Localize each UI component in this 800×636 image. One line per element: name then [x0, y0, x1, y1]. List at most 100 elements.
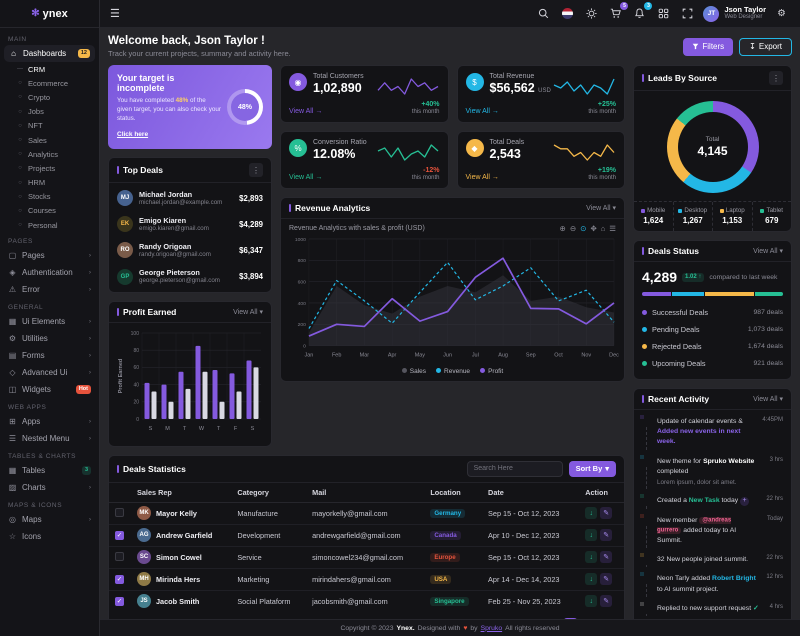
deals-status-compare: compared to last week [709, 274, 777, 281]
kpi-view-all-link[interactable]: View All → [289, 108, 322, 115]
download-action-button[interactable]: ↓ [585, 573, 597, 585]
menu-icon[interactable]: ☰ [609, 224, 616, 233]
kebab-menu-icon[interactable]: ⋮ [769, 71, 783, 85]
footer-designer-link[interactable]: Spruko [481, 625, 503, 632]
sidebar-subitem-sales[interactable]: ○Sales [0, 133, 99, 147]
edit-action-button[interactable]: ✎ [600, 551, 612, 563]
sidebar-subitem-personal[interactable]: ○Personal [0, 218, 99, 232]
kpi-text: Total Revenue$56,562 USD [490, 73, 551, 95]
svg-text:Jun: Jun [443, 353, 452, 359]
svg-text:100: 100 [131, 330, 140, 336]
sort-by-button[interactable]: Sort By ▾ [569, 461, 616, 477]
deals-status-view-all[interactable]: View All ▾ [753, 247, 783, 255]
sidebar-item-forms[interactable]: ▤Forms› [0, 347, 99, 364]
icon-badge: 5 [620, 2, 628, 10]
sidebar-item-ui-elements[interactable]: ▦Ui Elements› [0, 313, 99, 330]
cart-icon[interactable]: 5 [607, 5, 624, 22]
pages-icon: ▢ [8, 251, 17, 260]
svg-text:Apr: Apr [388, 353, 397, 359]
download-action-button[interactable]: ↓ [585, 551, 597, 563]
sales-rep-name: Simon Cowel [156, 553, 202, 562]
kpi-label: Total Revenue [490, 73, 551, 80]
settings-gear-icon[interactable]: ⚙ [773, 5, 790, 22]
zoom-out-icon[interactable]: ⊖ [570, 224, 576, 233]
kpi-view-all-link[interactable]: View All → [289, 174, 322, 181]
home-icon: ⌂ [9, 49, 18, 58]
row-checkbox[interactable]: ✓ [115, 531, 124, 540]
sidebar-subitem-analytics[interactable]: ○Analytics [0, 147, 99, 161]
menu-toggle-icon[interactable]: ☰ [110, 7, 120, 20]
user-chip[interactable]: JT Json Taylor Web Designer [703, 6, 766, 22]
avatar: RO [117, 242, 133, 258]
sidebar-item-label: Authentication [22, 268, 84, 277]
download-action-button[interactable]: ↓ [585, 507, 597, 519]
sidebar-item-tables[interactable]: ▦Tables3 [0, 462, 99, 479]
column-middle: ◉Total Customers1,02,890 View All →+40%t… [280, 65, 625, 455]
sidebar-subitem-ecommerce[interactable]: ○Ecommerce [0, 76, 99, 90]
sidebar-item-nested-menu[interactable]: ☰Nested Menu› [0, 430, 99, 447]
deals-table: Sales RepCategoryMailLocationDateAction … [109, 483, 624, 612]
export-button[interactable]: ↧Export [739, 38, 792, 56]
edit-action-button[interactable]: ✎ [600, 507, 612, 519]
apps-grid-icon[interactable] [655, 5, 672, 22]
logo[interactable]: ✻ ynex [0, 0, 99, 28]
row-checkbox[interactable] [115, 508, 124, 517]
svg-text:80: 80 [133, 348, 139, 354]
sidebar-item-pages[interactable]: ▢Pages› [0, 247, 99, 264]
sidebar-subitem-courses[interactable]: ○Courses [0, 204, 99, 218]
edit-action-button[interactable]: ✎ [600, 529, 612, 541]
sidebar-subitem-nft[interactable]: ○NFT [0, 119, 99, 133]
sidebar-item-widgets[interactable]: ◫WidgetsHot [0, 381, 99, 398]
sidebar-subitem-crm[interactable]: —CRM [0, 62, 99, 76]
download-action-button[interactable]: ↓ [585, 529, 597, 541]
leads-legend-value: 1,624 [636, 216, 671, 225]
row-checkbox[interactable]: ✓ [115, 597, 124, 606]
search-input[interactable] [467, 461, 563, 477]
kpi-view-all-link[interactable]: View All → [466, 174, 499, 181]
svg-text:Oct: Oct [554, 353, 563, 359]
sidebar-item-maps[interactable]: ◎Maps› [0, 511, 99, 528]
edit-action-button[interactable]: ✎ [600, 595, 612, 607]
sidebar-item-error[interactable]: ⚠Error› [0, 281, 99, 298]
kebab-menu-icon[interactable]: ⋮ [249, 163, 263, 177]
sidebar-item-authentication[interactable]: ◈Authentication› [0, 264, 99, 281]
home-icon[interactable]: ⌂ [601, 224, 606, 233]
sidebar-item-label: Charts [22, 483, 84, 492]
activity-view-all[interactable]: View All ▾ [753, 395, 783, 403]
sidebar-subitem-crypto[interactable]: ○Crypto [0, 90, 99, 104]
legend-dot [436, 368, 441, 373]
filters-button[interactable]: Filters [683, 38, 733, 56]
profit-view-all[interactable]: View All ▾ [233, 308, 263, 316]
mail-cell: andrewgarfield@gmail.com [306, 524, 424, 546]
sidebar-item-advanced-ui[interactable]: ◇Advanced Ui› [0, 364, 99, 381]
zoom-in-icon[interactable]: ⊕ [560, 224, 566, 233]
fullscreen-icon[interactable] [679, 5, 696, 22]
search-icon[interactable] [535, 5, 552, 22]
sidebar-subitem-hrm[interactable]: ○HRM [0, 176, 99, 190]
row-checkbox[interactable]: ✓ [115, 575, 124, 584]
sidebar-subitem-jobs[interactable]: ○Jobs [0, 105, 99, 119]
kpi-view-all-link[interactable]: View All → [466, 108, 499, 115]
sidebar-item-charts[interactable]: ▨Charts› [0, 479, 99, 496]
sidebar-item-icons[interactable]: ☆Icons [0, 528, 99, 545]
pan-icon[interactable]: ✥ [590, 224, 596, 233]
selection-zoom-icon[interactable]: ⊙ [580, 224, 586, 233]
sidebar-item-dashboards[interactable]: ⌂Dashboards12 [4, 45, 95, 62]
sidebar-item-apps[interactable]: ⊞Apps› [0, 413, 99, 430]
notifications-icon[interactable]: 3 [631, 5, 648, 22]
theme-toggle-icon[interactable] [583, 5, 600, 22]
target-body: You have completed 48% of the given targ… [117, 96, 221, 123]
sidebar-item-utilities[interactable]: ⚙Utilities› [0, 330, 99, 347]
flag-icon[interactable] [559, 5, 576, 22]
sidebar-subitem-projects[interactable]: ○Projects [0, 161, 99, 175]
welcome-row: Welcome back, Json Taylor ! Track your c… [108, 35, 792, 58]
download-action-button[interactable]: ↓ [585, 595, 597, 607]
category-cell: Manufacture [231, 502, 306, 524]
column-header-category: Category [231, 483, 306, 503]
revenue-view-all[interactable]: View All ▾ [586, 204, 616, 212]
sidebar-subitem-stocks[interactable]: ○Stocks [0, 190, 99, 204]
row-checkbox[interactable] [115, 552, 124, 561]
sidebar-section-label: GENERAL [0, 298, 99, 313]
edit-action-button[interactable]: ✎ [600, 573, 612, 585]
target-click-here-link[interactable]: Click here [117, 131, 148, 138]
